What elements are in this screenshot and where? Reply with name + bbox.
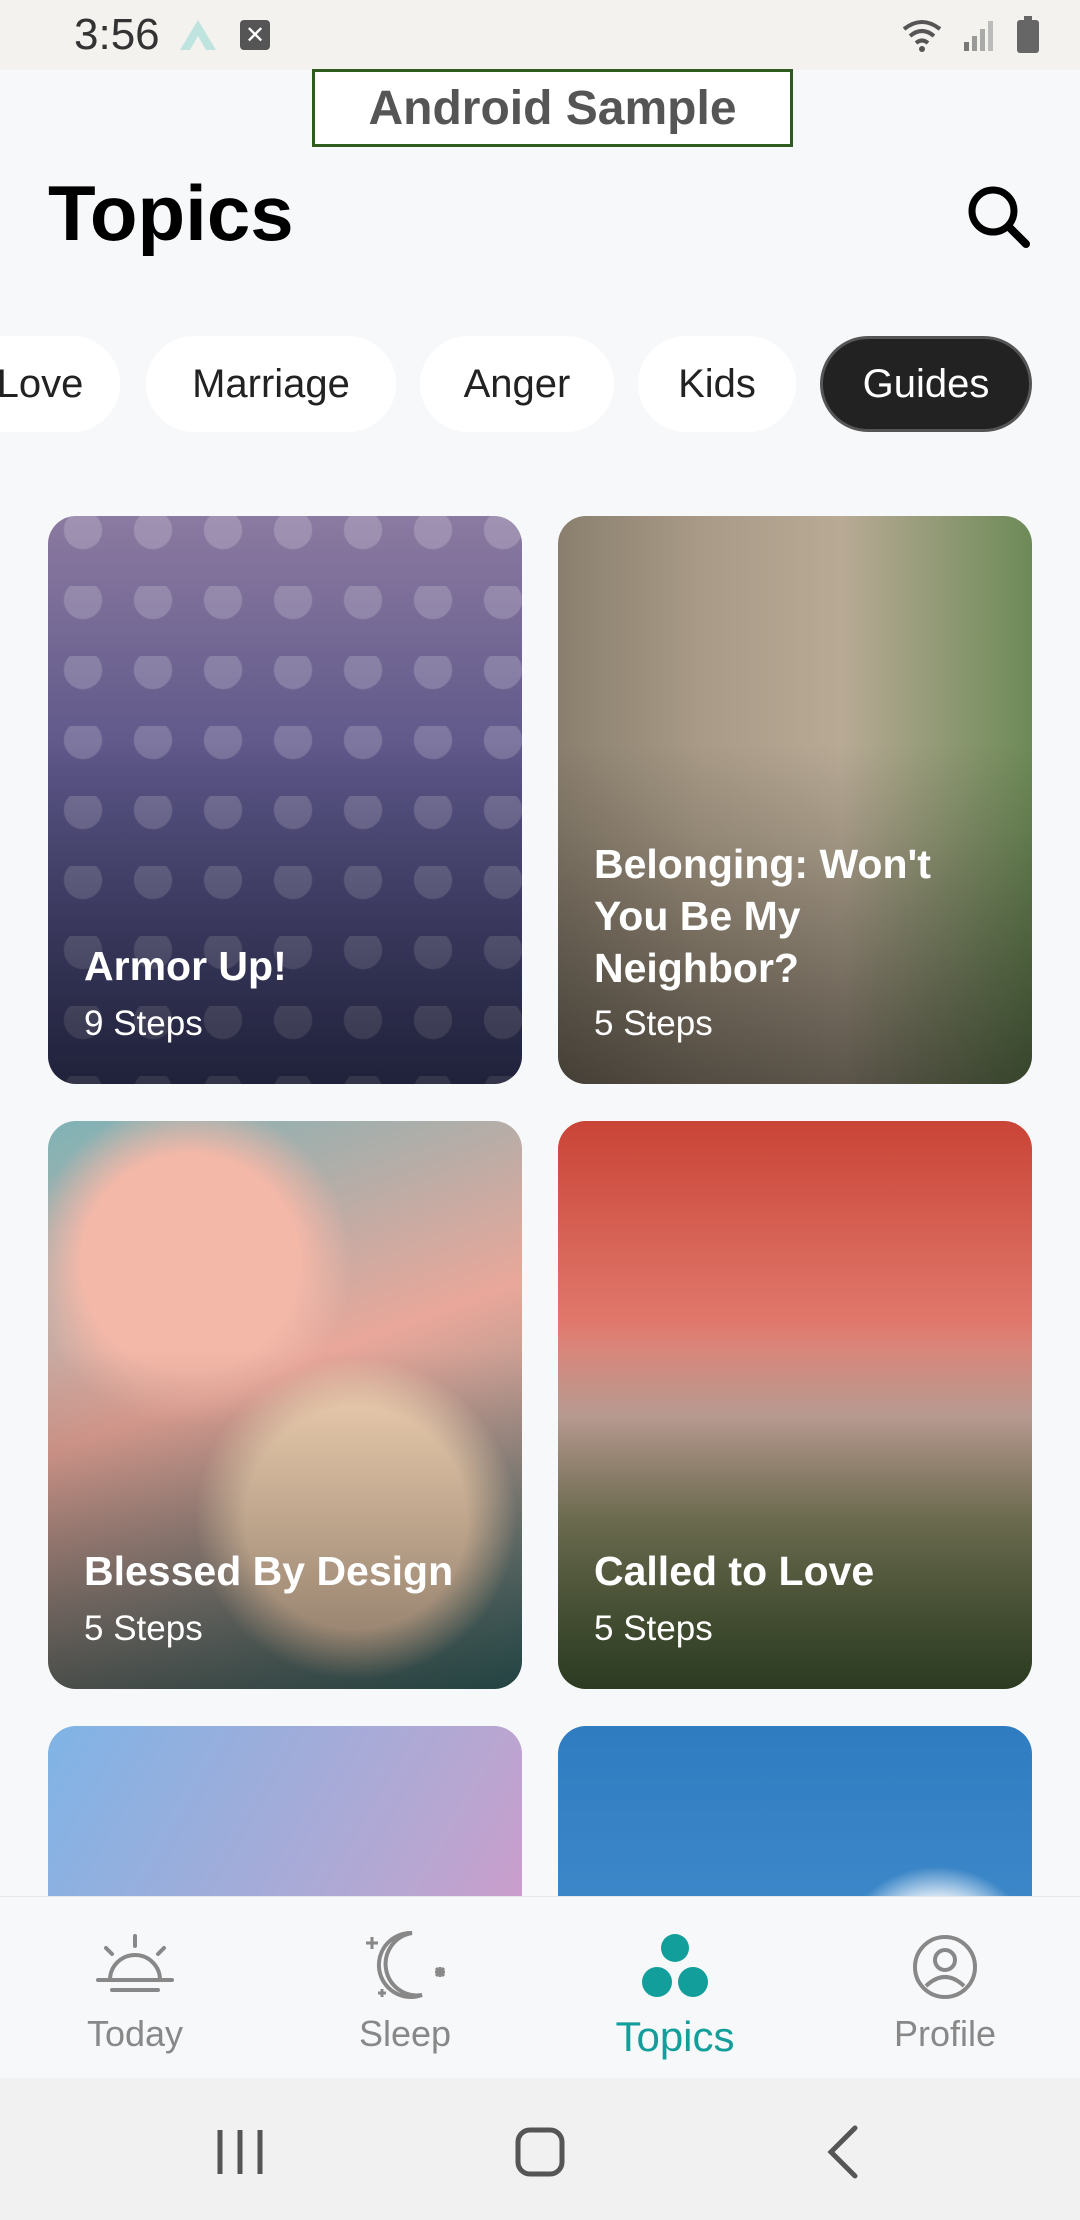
profile-icon — [910, 1927, 980, 2007]
nav-item-today[interactable]: Today — [0, 1897, 270, 2079]
signal-icon — [964, 21, 993, 51]
bottom-navigation: Today Sleep Topics Profile — [0, 1896, 1080, 2079]
status-left-icons: ✕ — [178, 18, 270, 52]
chip-guides[interactable]: Guides — [820, 336, 1032, 432]
card-steps: 5 Steps — [594, 1609, 713, 1648]
nav-item-profile[interactable]: Profile — [810, 1897, 1080, 2079]
wifi-icon — [902, 20, 942, 52]
nav-label: Sleep — [358, 2013, 452, 2054]
moon-icon — [360, 1927, 450, 2007]
battery-icon — [1017, 16, 1039, 53]
chip-kids[interactable]: Kids — [638, 336, 796, 432]
guides-grid: Armor Up! 9 Steps Belonging: Won't You B… — [0, 516, 1080, 1896]
recent-apps-icon[interactable] — [210, 2122, 270, 2182]
chip-love[interactable]: Love — [0, 336, 120, 432]
card-title: Armor Up! — [84, 943, 287, 989]
status-time: 3:56 — [74, 10, 160, 59]
guide-card-partial-right[interactable] — [558, 1726, 1032, 1896]
page-title: Topics — [48, 169, 294, 257]
status-right-icons — [900, 16, 1040, 54]
android-sample-banner: Android Sample — [312, 69, 793, 147]
nav-label: Topics — [615, 2013, 735, 2060]
topics-icon — [635, 1927, 715, 2007]
nav-label: Today — [86, 2013, 184, 2054]
chip-label: Love — [0, 361, 84, 406]
chip-anger[interactable]: Anger — [420, 336, 614, 432]
guide-card-partial-left[interactable] — [48, 1726, 522, 1896]
card-steps: 5 Steps — [84, 1609, 203, 1648]
system-navigation — [0, 2078, 1080, 2220]
card-steps: 5 Steps — [594, 1004, 713, 1043]
chip-label: Guides — [862, 361, 990, 406]
search-icon[interactable] — [962, 180, 1034, 252]
status-bar: 3:56 ✕ — [0, 0, 1080, 70]
guide-card-armor-up[interactable]: Armor Up! 9 Steps — [48, 516, 522, 1084]
guide-card-blessed-by-design[interactable]: Blessed By Design 5 Steps — [48, 1121, 522, 1689]
chip-marriage[interactable]: Marriage — [146, 336, 396, 432]
guide-card-belonging[interactable]: Belonging: Won't You Be My Neighbor? 5 S… — [558, 516, 1032, 1084]
close-notification-icon: ✕ — [240, 20, 270, 50]
sunrise-icon — [90, 1927, 180, 2007]
chip-label: Marriage — [192, 361, 350, 406]
home-icon[interactable] — [510, 2122, 570, 2182]
card-title: Blessed By Design — [84, 1548, 454, 1594]
card-title: Belonging: Won't You Be My Neighbor? — [594, 841, 931, 991]
nav-item-topics[interactable]: Topics — [540, 1897, 810, 2079]
chip-label: Anger — [463, 361, 571, 406]
card-steps: 9 Steps — [84, 1004, 203, 1043]
back-icon[interactable] — [815, 2122, 875, 2182]
app-notification-icon — [180, 20, 216, 50]
card-title: Called to Love — [594, 1548, 875, 1594]
guide-card-called-to-love[interactable]: Called to Love 5 Steps — [558, 1121, 1032, 1689]
nav-label: Profile — [893, 2013, 997, 2054]
nav-item-sleep[interactable]: Sleep — [270, 1897, 540, 2079]
chip-label: Kids — [678, 361, 756, 406]
topic-chips: Love Marriage Anger Kids Guides — [0, 336, 1080, 436]
